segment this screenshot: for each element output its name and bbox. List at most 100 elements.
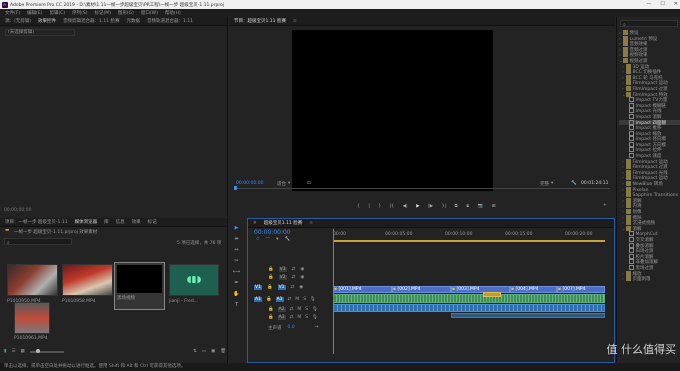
mark-in-button[interactable]: { xyxy=(357,204,360,209)
add-button[interactable]: + xyxy=(603,203,607,208)
list-view-icon[interactable]: ☰ xyxy=(11,349,15,354)
tab-effects[interactable]: 效果 xyxy=(132,219,141,225)
media-item[interactable]: ◖▮◗ jianji - Fred... xyxy=(169,264,221,309)
lock-icon[interactable]: 🔒 xyxy=(268,275,274,280)
menu-markers[interactable]: 标记(M) xyxy=(95,10,111,16)
marker-icon[interactable]: ⊡ xyxy=(307,181,311,186)
eye-icon[interactable]: ◉ xyxy=(299,285,303,290)
tab-metadata[interactable]: 元数据 xyxy=(126,18,140,24)
track-label[interactable]: A2 xyxy=(277,307,286,312)
mic-icon[interactable]: 🎙 xyxy=(312,315,318,320)
trash-icon[interactable]: 🗑 xyxy=(220,349,226,354)
tab-program[interactable]: 节目：超级宝贝1.11 脸赛 xyxy=(234,18,286,24)
ripple-edit-tool-icon[interactable]: ↔ xyxy=(233,246,240,253)
solo-button[interactable]: S xyxy=(305,307,308,312)
step-back-button[interactable]: ◀| xyxy=(403,204,408,209)
panel-menu-icon[interactable]: ≡ xyxy=(293,19,297,24)
maximize-button[interactable]: ☐ xyxy=(660,1,664,7)
go-to-out-button[interactable]: }| xyxy=(442,204,446,209)
timeline-timecode[interactable]: 00:00:00:00 xyxy=(254,229,291,236)
tab-source[interactable]: 源：(无剪辑) xyxy=(5,18,31,24)
video-clip[interactable]: ▪ [003].MP4 xyxy=(451,286,510,293)
mark-out-button[interactable]: } xyxy=(378,204,381,209)
menu-clip[interactable]: 剪辑(C) xyxy=(49,10,65,16)
menu-window[interactable]: 窗口(W) xyxy=(141,10,158,16)
go-to-in-button[interactable]: |{ xyxy=(390,204,394,209)
timeline-ruler[interactable]: 00:00 00:00:05:00 00:00:10:00 00:00:15:0… xyxy=(333,229,605,242)
linked-selection-icon[interactable]: ⌒ xyxy=(266,237,271,243)
track-label[interactable]: A1 xyxy=(275,297,284,302)
media-item[interactable]: 黑场视频 xyxy=(114,262,165,310)
eye-icon[interactable]: ◉ xyxy=(300,267,304,272)
quality-dropdown[interactable]: 完整 ▾ xyxy=(540,181,553,187)
media-item[interactable]: P1010961.MP4 xyxy=(14,302,50,349)
audio-clip-a1[interactable] xyxy=(333,294,605,303)
lift-button[interactable]: ⧉ xyxy=(455,203,458,209)
menu-graphics[interactable]: 图形(G) xyxy=(118,10,134,16)
menu-sequence[interactable]: 序列(S) xyxy=(72,10,87,16)
audio-clip-a3[interactable] xyxy=(451,313,605,318)
audio-clip-a2[interactable] xyxy=(333,304,605,312)
play-button[interactable]: ▶ xyxy=(416,204,419,209)
lock-icon[interactable]: 🔒 xyxy=(268,315,274,320)
media-item[interactable]: P1010958.MP4 xyxy=(62,264,113,309)
menu-help[interactable]: 帮助(H) xyxy=(165,10,181,16)
selection-tool-icon[interactable]: ▶ xyxy=(233,224,240,231)
video-clip[interactable]: ▪ [007].MP4 xyxy=(557,286,605,293)
menu-edit[interactable]: 编辑(E) xyxy=(27,10,42,16)
tab-sequence[interactable]: 超级宝贝1.11 脸赛 xyxy=(264,220,302,226)
slip-tool-icon[interactable]: ⟷ xyxy=(233,268,240,275)
sync-icon[interactable]: ⇄ xyxy=(290,315,294,320)
video-clip[interactable]: ▪ [002].MP4 xyxy=(392,286,451,293)
mic-icon[interactable]: 🎙 xyxy=(310,297,316,302)
tab-markers[interactable]: 标记 xyxy=(148,219,157,225)
snap-icon[interactable]: ⊂ xyxy=(256,237,260,243)
zoom-slider[interactable] xyxy=(29,349,64,353)
eye-icon[interactable]: ◉ xyxy=(300,275,304,280)
lock-icon[interactable]: 🔒 xyxy=(267,285,273,290)
solo-button[interactable]: S xyxy=(303,297,306,302)
track-label[interactable]: V1 xyxy=(277,285,286,290)
timeline-playhead[interactable] xyxy=(333,229,334,354)
sort-icon[interactable]: ⇅ xyxy=(193,349,197,354)
tab-audio-track-mixer[interactable]: 音频轨道混合器：1.11 xyxy=(147,18,193,24)
pen-tool-icon[interactable]: ✒ xyxy=(233,279,240,286)
add-marker-icon[interactable]: ▾ xyxy=(276,237,278,243)
minimize-button[interactable]: — xyxy=(646,1,651,7)
icon-view-icon[interactable]: ▦ xyxy=(21,349,25,354)
sync-icon[interactable]: ⇄ xyxy=(290,307,294,312)
sync-icon[interactable]: ⇄ xyxy=(292,275,296,280)
source-patch[interactable]: A1 xyxy=(254,297,262,302)
track-label[interactable]: V3 xyxy=(278,267,287,272)
mute-button[interactable]: M xyxy=(297,315,301,320)
master-volume[interactable]: 0.0 xyxy=(288,325,295,331)
export-frame-button[interactable]: 📷 xyxy=(478,204,484,209)
hand-tool-icon[interactable]: ✋ xyxy=(233,290,240,297)
sync-icon[interactable]: ⇄ xyxy=(288,297,292,302)
close-icon[interactable]: ✕ xyxy=(253,221,257,226)
tab-libraries[interactable]: 库 xyxy=(104,219,109,225)
program-scrubber[interactable] xyxy=(234,186,610,192)
close-button[interactable]: ✕ xyxy=(674,1,678,7)
zoom-thumb[interactable] xyxy=(35,349,40,353)
project-search[interactable]: ⌕ xyxy=(4,238,72,246)
effects-search[interactable]: ⌕ xyxy=(620,20,678,28)
sync-icon[interactable]: ⇄ xyxy=(292,267,296,272)
mute-button[interactable]: M xyxy=(295,297,299,302)
settings-icon[interactable]: 🔧 xyxy=(285,237,291,243)
mic-icon[interactable]: 🎙 xyxy=(312,307,318,312)
new-item-icon[interactable]: ▣ xyxy=(211,349,215,354)
compare-view-button[interactable]: ⊞ xyxy=(492,204,496,209)
transition-marker[interactable] xyxy=(483,292,501,297)
panel-menu-icon[interactable]: ≡ xyxy=(309,221,313,226)
extract-button[interactable]: ⧈ xyxy=(466,203,469,209)
video-clip[interactable]: ▪ [004].MP4 xyxy=(510,286,557,293)
solo-button[interactable]: S xyxy=(305,315,308,320)
wrench-icon[interactable]: 🔧 xyxy=(571,181,577,186)
tab-effect-controls[interactable]: 效果控件 xyxy=(38,18,56,24)
menu-file[interactable]: 文件(F) xyxy=(5,10,20,16)
sync-icon[interactable]: ⇄ xyxy=(291,285,295,290)
goto-end-icon[interactable]: ⇥ xyxy=(315,325,319,331)
tab-info[interactable]: 信息 xyxy=(116,219,125,225)
track-label[interactable]: A3 xyxy=(277,315,286,320)
